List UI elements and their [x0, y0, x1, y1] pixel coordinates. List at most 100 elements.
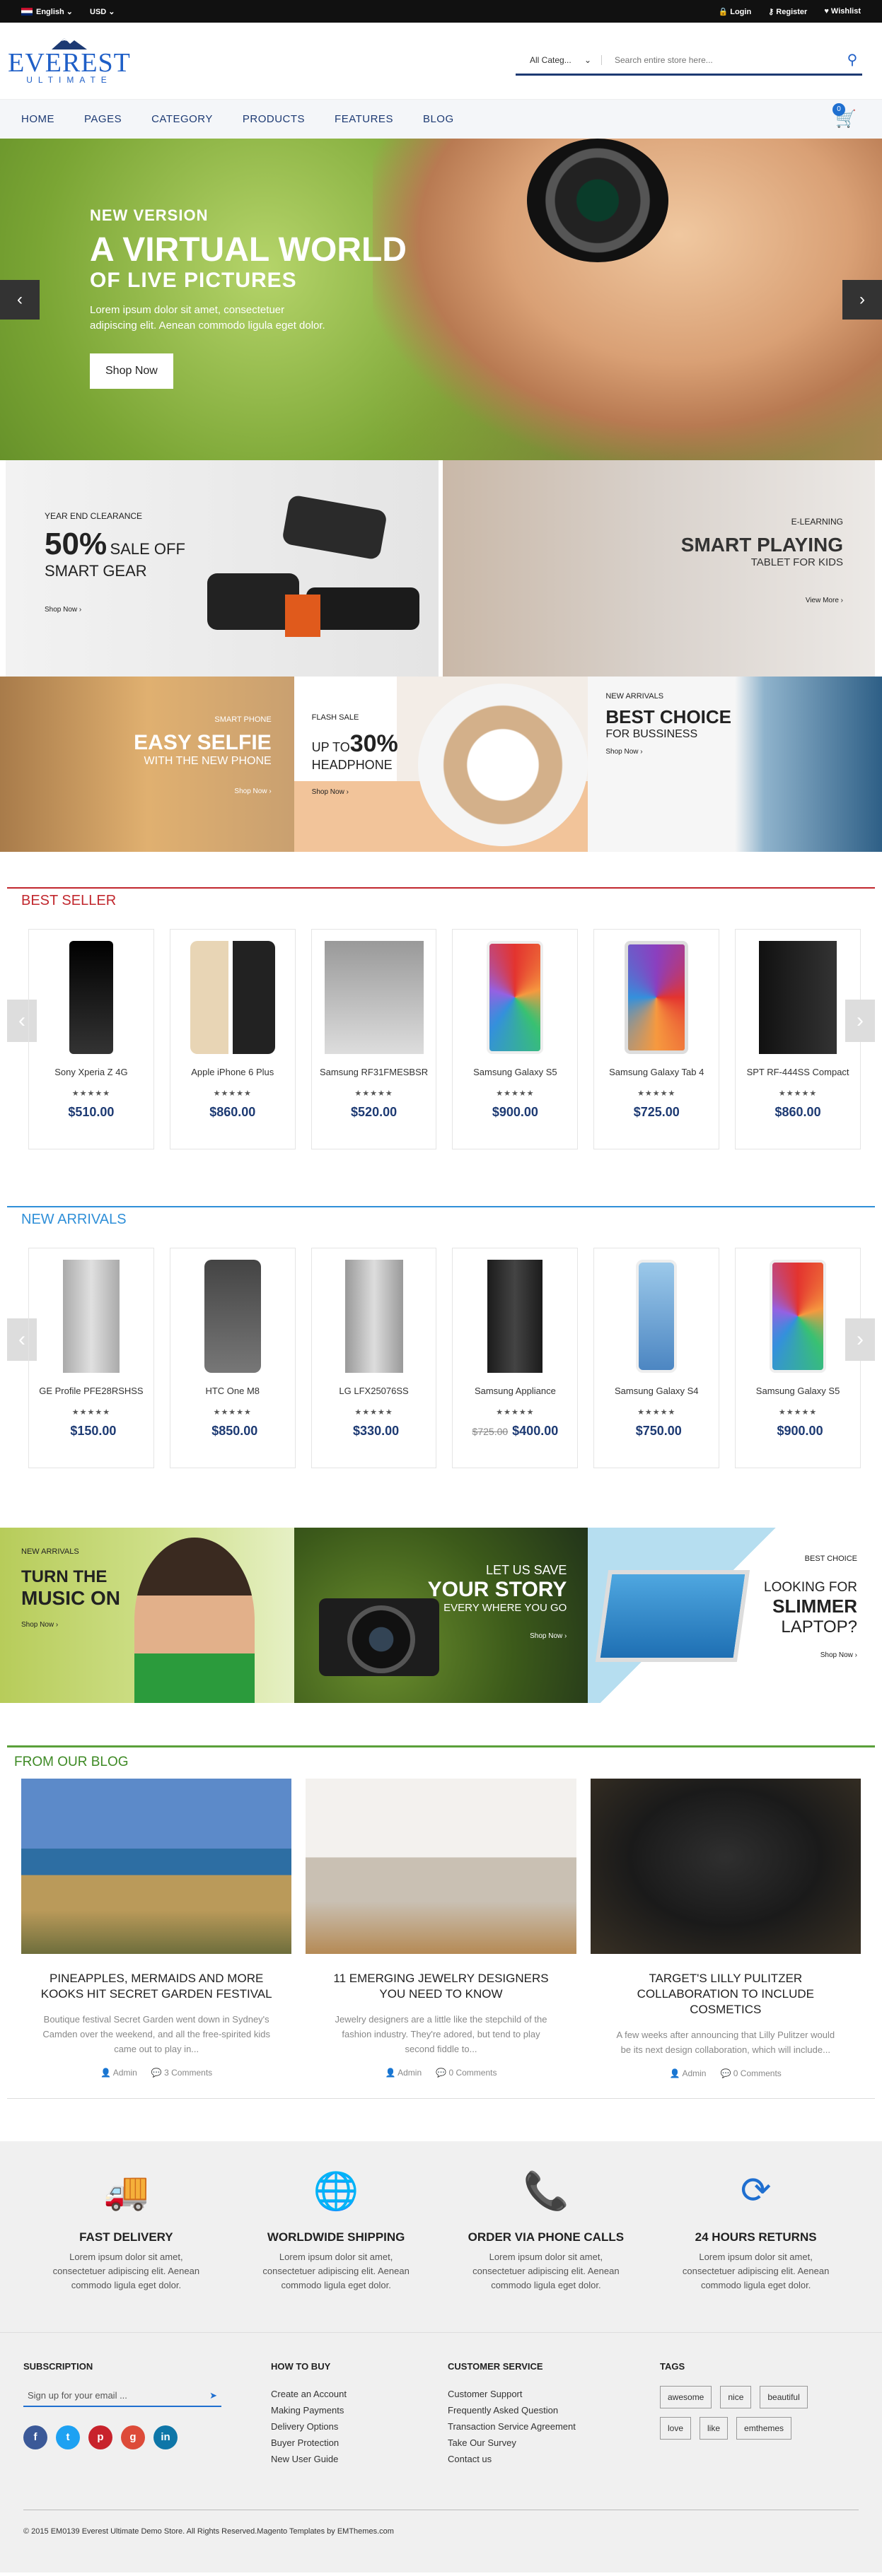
- view-more-link[interactable]: View More ›: [681, 597, 843, 604]
- promo-laptop[interactable]: BEST CHOICE LOOKING FOR SLIMMER LAPTOP? …: [588, 1528, 882, 1703]
- blog-image[interactable]: [306, 1779, 576, 1954]
- footer-link[interactable]: Frequently Asked Question: [448, 2402, 660, 2418]
- linkedin-icon[interactable]: in: [153, 2425, 178, 2449]
- googleplus-icon[interactable]: g: [121, 2425, 145, 2449]
- tag-link[interactable]: like: [700, 2417, 729, 2440]
- product-name[interactable]: SPT RF-444SS Compact: [736, 1067, 860, 1077]
- product-name[interactable]: Samsung RF31FMESBSR: [312, 1067, 436, 1077]
- blog-post[interactable]: PINEAPPLES, MERMAIDS AND MORE KOOKS HIT …: [21, 1779, 292, 2078]
- blog-image[interactable]: [21, 1779, 292, 1954]
- product-card[interactable]: Samsung Appliance ★★★★★ $725.00 $400.00: [452, 1248, 579, 1468]
- product-name[interactable]: LG LFX25076SS: [312, 1386, 436, 1396]
- tag-link[interactable]: emthemes: [736, 2417, 792, 2440]
- shop-now-link[interactable]: Shop Now ›: [312, 788, 398, 796]
- hero-next-arrow[interactable]: ›: [842, 279, 882, 320]
- product-card[interactable]: Samsung Galaxy S5 ★★★★★ $900.00: [735, 1248, 861, 1468]
- product-card[interactable]: Apple iPhone 6 Plus ★★★★★ $860.00: [169, 929, 296, 1149]
- footer-link[interactable]: Transaction Service Agreement: [448, 2418, 660, 2435]
- nav-home[interactable]: HOME: [21, 113, 54, 125]
- subscribe-input[interactable]: Sign up for your email ... ➤: [23, 2386, 221, 2407]
- nav-products[interactable]: PRODUCTS: [243, 113, 305, 125]
- blog-title[interactable]: 11 EMERGING JEWELRY DESIGNERS YOU NEED T…: [306, 1971, 576, 2002]
- nav-pages[interactable]: PAGES: [84, 113, 122, 125]
- product-name[interactable]: Samsung Appliance: [453, 1386, 577, 1396]
- search-icon[interactable]: ⚲: [842, 51, 862, 69]
- product-card[interactable]: SPT RF-444SS Compact ★★★★★ $860.00: [735, 929, 861, 1149]
- product-name[interactable]: Apple iPhone 6 Plus: [170, 1067, 295, 1077]
- shop-now-link[interactable]: Shop Now ›: [45, 606, 185, 614]
- footer-link[interactable]: Customer Support: [448, 2386, 660, 2402]
- search-input[interactable]: [602, 54, 842, 65]
- footer-link[interactable]: Making Payments: [271, 2402, 448, 2418]
- nav-category[interactable]: CATEGORY: [151, 113, 213, 125]
- shop-now-link[interactable]: Shop Now ›: [428, 1632, 567, 1640]
- footer-link[interactable]: New User Guide: [271, 2451, 448, 2467]
- hero-text: Lorem ipsum dolor sit amet, consectetuer…: [90, 304, 325, 332]
- blog-post[interactable]: 11 EMERGING JEWELRY DESIGNERS YOU NEED T…: [306, 1779, 576, 2078]
- product-card[interactable]: Samsung Galaxy S5 ★★★★★ $900.00: [452, 929, 579, 1149]
- product-card[interactable]: Samsung Galaxy S4 ★★★★★ $750.00: [593, 1248, 720, 1468]
- product-card[interactable]: HTC One M8 ★★★★★ $850.00: [169, 1248, 296, 1468]
- footer-link[interactable]: Buyer Protection: [271, 2435, 448, 2451]
- currency-switcher[interactable]: USD ⌄: [90, 7, 115, 16]
- tag-link[interactable]: awesome: [660, 2386, 712, 2408]
- tag-link[interactable]: nice: [720, 2386, 752, 2408]
- footer-link[interactable]: Delivery Options: [271, 2418, 448, 2435]
- carousel-next-arrow[interactable]: ›: [845, 1000, 875, 1042]
- footer-link[interactable]: Create an Account: [271, 2386, 448, 2402]
- product-name[interactable]: Samsung Galaxy S4: [594, 1386, 719, 1396]
- logo[interactable]: EVEREST ULTIMATE: [8, 37, 130, 85]
- product-card[interactable]: Samsung RF31FMESBSR ★★★★★ $520.00: [311, 929, 437, 1149]
- product-name[interactable]: Samsung Galaxy Tab 4: [594, 1067, 719, 1077]
- blog-author: Admin: [112, 2068, 137, 2078]
- promo-kicker: NEW ARRIVALS: [605, 692, 664, 701]
- hero-shop-now-button[interactable]: Shop Now: [90, 353, 173, 389]
- shop-now-link[interactable]: Shop Now ›: [21, 1621, 120, 1629]
- cart-button[interactable]: 🛒 0: [832, 103, 861, 130]
- promo-business[interactable]: NEW ARRIVALS BEST CHOICE FOR BUSSINESS S…: [588, 677, 882, 852]
- blog-comments[interactable]: 0 Comments: [448, 2068, 497, 2078]
- blog-title[interactable]: TARGET'S LILLY PULITZER COLLABORATION TO…: [591, 1971, 861, 2018]
- register-link[interactable]: ⚷ Register: [768, 7, 807, 16]
- blog-title[interactable]: PINEAPPLES, MERMAIDS AND MORE KOOKS HIT …: [21, 1971, 291, 2002]
- blog-image[interactable]: [590, 1779, 861, 1954]
- login-link[interactable]: 🔒 Login: [718, 7, 751, 16]
- product-card[interactable]: Sony Xperia Z 4G ★★★★★ $510.00: [28, 929, 154, 1149]
- blog-comments[interactable]: 0 Comments: [733, 2068, 782, 2078]
- shop-now-link[interactable]: Shop Now ›: [605, 748, 731, 756]
- shop-now-link[interactable]: Shop Now ›: [134, 788, 271, 795]
- promo-tablet-kids[interactable]: E-LEARNING SMART PLAYING TABLET FOR KIDS…: [442, 460, 875, 677]
- product-card[interactable]: GE Profile PFE28RSHSS ★★★★★ $150.00: [28, 1248, 154, 1468]
- product-name[interactable]: Samsung Galaxy S5: [736, 1386, 860, 1396]
- tag-link[interactable]: love: [660, 2417, 692, 2440]
- blog-comments[interactable]: 3 Comments: [164, 2068, 212, 2078]
- product-name[interactable]: GE Profile PFE28RSHSS: [29, 1386, 153, 1396]
- category-select[interactable]: All Categ... ⌄: [516, 54, 602, 65]
- carousel-next-arrow[interactable]: ›: [845, 1318, 875, 1361]
- send-icon[interactable]: ➤: [209, 2390, 217, 2401]
- shop-now-link[interactable]: Shop Now ›: [764, 1651, 857, 1659]
- footer-link[interactable]: Contact us: [448, 2451, 660, 2467]
- twitter-icon[interactable]: t: [56, 2425, 80, 2449]
- wishlist-link[interactable]: ♥ Wishlist: [824, 7, 861, 16]
- product-name[interactable]: Sony Xperia Z 4G: [29, 1067, 153, 1077]
- facebook-icon[interactable]: f: [23, 2425, 47, 2449]
- product-name[interactable]: Samsung Galaxy S5: [453, 1067, 577, 1077]
- tag-link[interactable]: beautiful: [760, 2386, 808, 2408]
- hero-prev-arrow[interactable]: ‹: [0, 279, 40, 320]
- promo-music[interactable]: NEW ARRIVALS TURN THE MUSIC ON Shop Now …: [0, 1528, 294, 1703]
- nav-features[interactable]: FEATURES: [335, 113, 393, 125]
- promo-smart-gear[interactable]: YEAR END CLEARANCE 50% SALE OFF SMART GE…: [6, 460, 439, 677]
- product-card[interactable]: LG LFX25076SS ★★★★★ $330.00: [311, 1248, 437, 1468]
- promo-selfie[interactable]: SMART PHONE EASY SELFIE WITH THE NEW PHO…: [0, 677, 294, 852]
- product-card[interactable]: Samsung Galaxy Tab 4 ★★★★★ $725.00: [593, 929, 720, 1149]
- pinterest-icon[interactable]: p: [88, 2425, 112, 2449]
- product-name[interactable]: HTC One M8: [170, 1386, 295, 1396]
- promo-camera[interactable]: LET US SAVE YOUR STORY EVERY WHERE YOU G…: [294, 1528, 588, 1703]
- language-switcher[interactable]: English ⌄: [21, 7, 73, 16]
- promo-headphone[interactable]: FLASH SALE UP TO30% HEADPHONE Shop Now ›: [294, 677, 588, 852]
- product-image: [69, 941, 113, 1054]
- blog-post[interactable]: TARGET'S LILLY PULITZER COLLABORATION TO…: [590, 1779, 861, 2078]
- nav-blog[interactable]: BLOG: [423, 113, 454, 125]
- footer-link[interactable]: Take Our Survey: [448, 2435, 660, 2451]
